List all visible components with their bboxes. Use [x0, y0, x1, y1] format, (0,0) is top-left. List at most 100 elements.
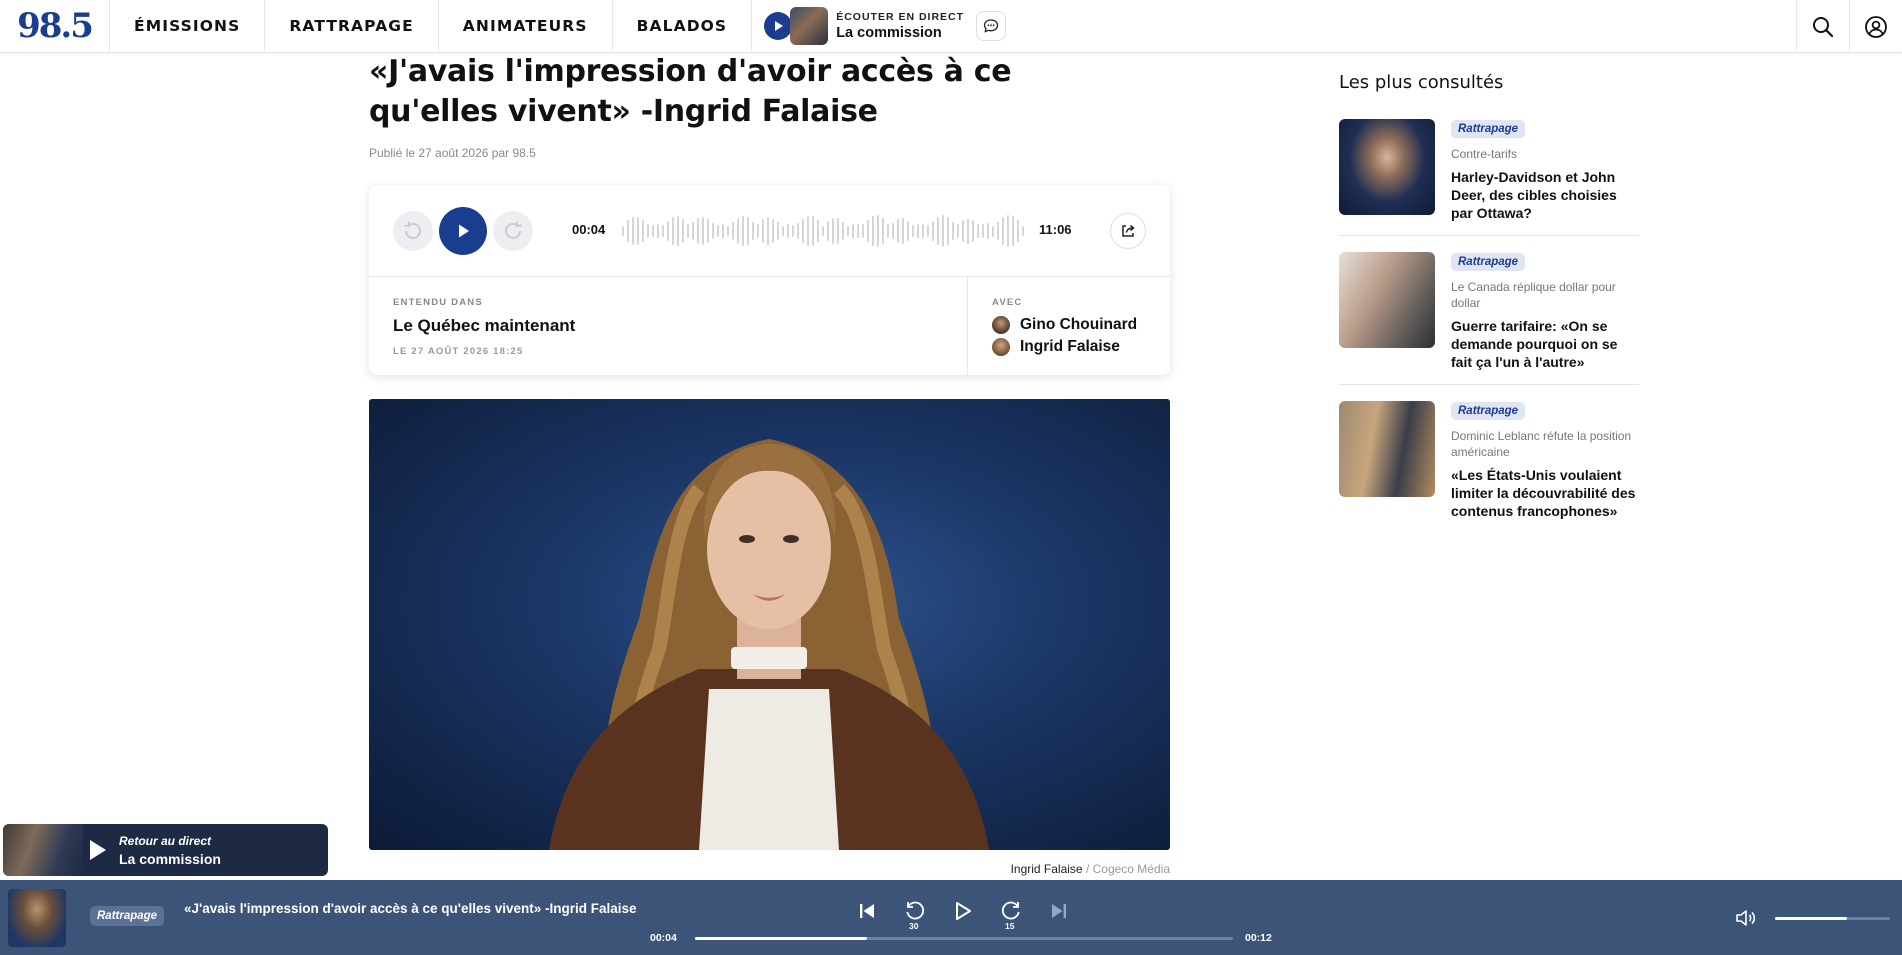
waveform-bar [637, 216, 639, 246]
play-icon [90, 840, 106, 860]
most-viewed-item[interactable]: Rattrapage Dominic Leblanc réfute la pos… [1339, 401, 1639, 541]
most-viewed-title: Les plus consultés [1339, 72, 1504, 93]
forward-icon [1002, 901, 1020, 920]
return-live-show: La commission [119, 850, 221, 867]
waveform-bar [957, 224, 959, 238]
image-caption: Ingrid Falaise / Cogeco Média [369, 862, 1170, 876]
waveform-bar [737, 217, 739, 245]
share-button[interactable] [1110, 213, 1146, 249]
live-stream-widget[interactable]: ÉCOUTER EN DIRECT La commission [752, 0, 1007, 53]
host-item[interactable]: Ingrid Falaise [992, 338, 1170, 356]
volume-button[interactable] [1734, 906, 1758, 930]
nav-item-animateurs[interactable]: ANIMATEURS [439, 0, 613, 53]
article-thumbnail [1339, 119, 1435, 215]
skip-previous-icon [860, 904, 874, 918]
waveform-bar [932, 220, 934, 242]
avatar [992, 338, 1010, 356]
live-play-button[interactable] [764, 12, 793, 40]
play-icon [459, 224, 469, 238]
rewind-30-button[interactable] [903, 899, 927, 923]
search-button[interactable] [1796, 0, 1849, 53]
waveform-bar [982, 224, 984, 238]
rewind-icon [404, 221, 421, 239]
waveform-bar [722, 223, 724, 239]
nav-item-balados[interactable]: BALADOS [613, 0, 753, 53]
article-thumbnail [1339, 252, 1435, 348]
waveform-bar [972, 220, 974, 242]
waveform-bar [907, 220, 909, 242]
player-current-time: 00:04 [650, 932, 677, 944]
top-navigation: 98.5 ÉMISSIONS RATTRAPAGE ANIMATEURS BAL… [0, 0, 1902, 53]
waveform-bar [787, 223, 789, 239]
live-label: ÉCOUTER EN DIRECT [836, 11, 965, 23]
bottom-player: Rattrapage «J'avais l'impression d'avoir… [0, 880, 1902, 955]
return-to-live-button[interactable]: Retour au direct La commission [3, 824, 328, 876]
waveform-bar [752, 221, 754, 241]
account-button[interactable] [1849, 0, 1902, 53]
waveform-bar [777, 222, 779, 240]
live-show-thumbnail [790, 7, 829, 45]
site-logo[interactable]: 98.5 [0, 0, 110, 53]
waveform-bar [732, 221, 734, 241]
waveform-bar [947, 216, 949, 246]
article-kicker: Dominic Leblanc réfute la position améri… [1451, 429, 1632, 459]
waveform-bar [962, 219, 964, 243]
waveform-bar [712, 223, 714, 239]
waveform-bar [652, 224, 654, 238]
hero-image [369, 399, 1170, 850]
article-headline[interactable]: Harley-Davidson et John Deer, des cibles… [1451, 168, 1639, 222]
waveform-bar [667, 220, 669, 242]
volume-icon [1736, 910, 1756, 926]
audio-current-time: 00:04 [572, 222, 606, 237]
waveform-bar [772, 218, 774, 244]
article-headline[interactable]: Guerre tarifaire: «On se demande pourquo… [1451, 317, 1639, 371]
most-viewed-item[interactable]: Rattrapage Contre-tarifs Harley-Davidson… [1339, 119, 1639, 236]
article-thumbnail [1339, 401, 1435, 497]
play-icon [956, 902, 971, 920]
forward-15-button[interactable] [999, 899, 1023, 923]
waveform-bar [992, 225, 994, 237]
previous-button[interactable] [855, 899, 879, 923]
waveform-bar [662, 225, 664, 237]
progress-fill [695, 937, 868, 940]
player-play-button[interactable] [951, 899, 975, 923]
player-progress-bar[interactable] [695, 937, 1233, 940]
waveform-bar [767, 217, 769, 245]
waveform-bar [757, 224, 759, 238]
waveform-bar [812, 216, 814, 246]
skip-next-icon [1052, 904, 1066, 918]
host-name: Ingrid Falaise [1020, 338, 1120, 355]
article-title: «J'avais l'impression d'avoir accès à ce… [369, 54, 1012, 129]
waveform-bar [727, 225, 729, 237]
rewind-icon [906, 901, 924, 920]
waveform-bar [872, 215, 874, 247]
waveform-bar [657, 224, 659, 238]
heard-in-date: LE 27 AOÛT 2026 18:25 [393, 346, 524, 357]
chat-button[interactable] [976, 11, 1007, 41]
waveform-bar [807, 215, 809, 247]
player-title[interactable]: «J'avais l'impression d'avoir accès à ce… [184, 900, 644, 918]
waveform-bar [942, 214, 944, 248]
heard-in-show[interactable]: Le Québec maintenant [393, 316, 575, 336]
article-headline[interactable]: «Les États-Unis voulaient limiter la déc… [1451, 466, 1639, 520]
user-account-icon [1865, 15, 1887, 38]
nav-item-rattrapage[interactable]: RATTRAPAGE [265, 0, 439, 53]
forward-button[interactable] [493, 211, 533, 251]
waveform-bar [1017, 219, 1019, 243]
waveform-bar [717, 225, 719, 237]
waveform-bar [892, 222, 894, 240]
waveform-bar [902, 218, 904, 244]
audio-waveform[interactable] [622, 211, 1027, 251]
audio-play-button[interactable] [439, 207, 487, 255]
volume-slider[interactable] [1775, 917, 1890, 920]
waveform-bar [1007, 214, 1009, 248]
waveform-bar [857, 224, 859, 238]
waveform-bar [672, 217, 674, 245]
host-item[interactable]: Gino Chouinard [992, 316, 1170, 334]
nav-item-emissions[interactable]: ÉMISSIONS [110, 0, 266, 53]
waveform-bar [792, 225, 794, 237]
next-button[interactable] [1047, 899, 1071, 923]
waveform-bar [682, 218, 684, 244]
rewind-button[interactable] [393, 211, 433, 251]
most-viewed-item[interactable]: Rattrapage Le Canada réplique dollar pou… [1339, 252, 1639, 385]
